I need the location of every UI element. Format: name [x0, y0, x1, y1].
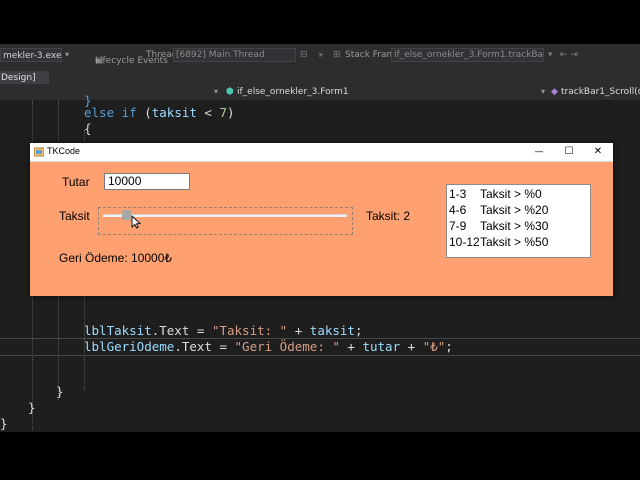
code-line: {	[84, 121, 92, 136]
stack-icon[interactable]: ⊞	[333, 50, 341, 60]
list-item[interactable]: 1-3 Taksit > %0	[449, 187, 542, 201]
title-bar[interactable]: TKCode — ☐ ✕	[30, 143, 613, 162]
tab-design[interactable]: Design]	[0, 71, 49, 85]
tutar-label: Tutar	[62, 175, 90, 189]
toolbar-more-icon[interactable]: ⇤ ⇥	[560, 50, 578, 60]
thread-icon[interactable]: ⚹	[318, 50, 323, 60]
black-area	[0, 432, 640, 480]
code-line: else if (taksit < 7)	[84, 105, 235, 120]
maximize-button[interactable]: ☐	[554, 143, 584, 161]
taksit-label: Taksit	[59, 209, 90, 223]
code-line: }	[56, 384, 64, 399]
trackbar-thumb[interactable]	[121, 210, 131, 220]
process-select[interactable]: mekler-3.exe	[0, 48, 62, 62]
navigation-bar: ▾ ⬢ if_else_ornekler_3.Form1 ▾ ◆ trackBa…	[0, 84, 640, 101]
nav-class-select[interactable]: if_else_ornekler_3.Form1	[237, 87, 349, 97]
installment-listbox[interactable]: 1-3 Taksit > %0 4-6 Taksit > %20 7-9 Taksit…	[446, 184, 591, 258]
nav-member-select[interactable]: trackBar1_Scroll(object	[561, 87, 640, 97]
nav-dropdown-icon[interactable]: ▾	[214, 87, 218, 96]
geri-odeme-label: Geri Ödeme: 10000₺	[59, 251, 173, 265]
method-icon: ◆	[551, 87, 558, 97]
minimize-button[interactable]: —	[524, 143, 554, 161]
list-item[interactable]: 4-6 Taksit > %20	[449, 203, 548, 217]
code-line: lblGeriOdeme.Text = "Geri Ödeme: " + tut…	[84, 339, 453, 354]
process-dropdown-icon[interactable]: ▾	[65, 50, 69, 59]
filter-icon[interactable]: ⊟	[300, 50, 308, 60]
window-title: TKCode	[47, 146, 81, 156]
tutar-input[interactable]: 10000	[104, 173, 190, 190]
code-line: lblTaksit.Text = "Taksit: " + taksit;	[84, 323, 363, 338]
nav-member-dropdown-icon[interactable]: ▾	[541, 87, 545, 96]
stack-frame-select[interactable]: if_else_ornekler_3.Form1.trackBar1_Scrol…	[391, 48, 544, 62]
close-button[interactable]: ✕	[583, 143, 613, 161]
app-window: TKCode — ☐ ✕ Tutar 10000 Taksit Taksit: …	[30, 143, 613, 296]
app-icon	[34, 147, 44, 157]
thread-select[interactable]: [6892] Main Thread	[173, 48, 296, 62]
dropdown-arrow-icon[interactable]: ▾	[548, 50, 553, 60]
list-item[interactable]: 7-9 Taksit > %30	[449, 219, 548, 233]
taksit-value-label: Taksit: 2	[366, 209, 411, 223]
mouse-cursor-icon	[131, 215, 141, 229]
list-item[interactable]: 10-12 Taksit > %50	[449, 235, 548, 249]
tab-strip	[0, 66, 640, 84]
code-line: }	[28, 400, 36, 415]
code-line: }	[0, 416, 8, 431]
class-icon: ⬢	[226, 87, 234, 97]
debug-toolbar: ▣ Lifecycle Events ▾ Thread: ⊟ ⚹ ⊞ Stack…	[0, 44, 640, 66]
